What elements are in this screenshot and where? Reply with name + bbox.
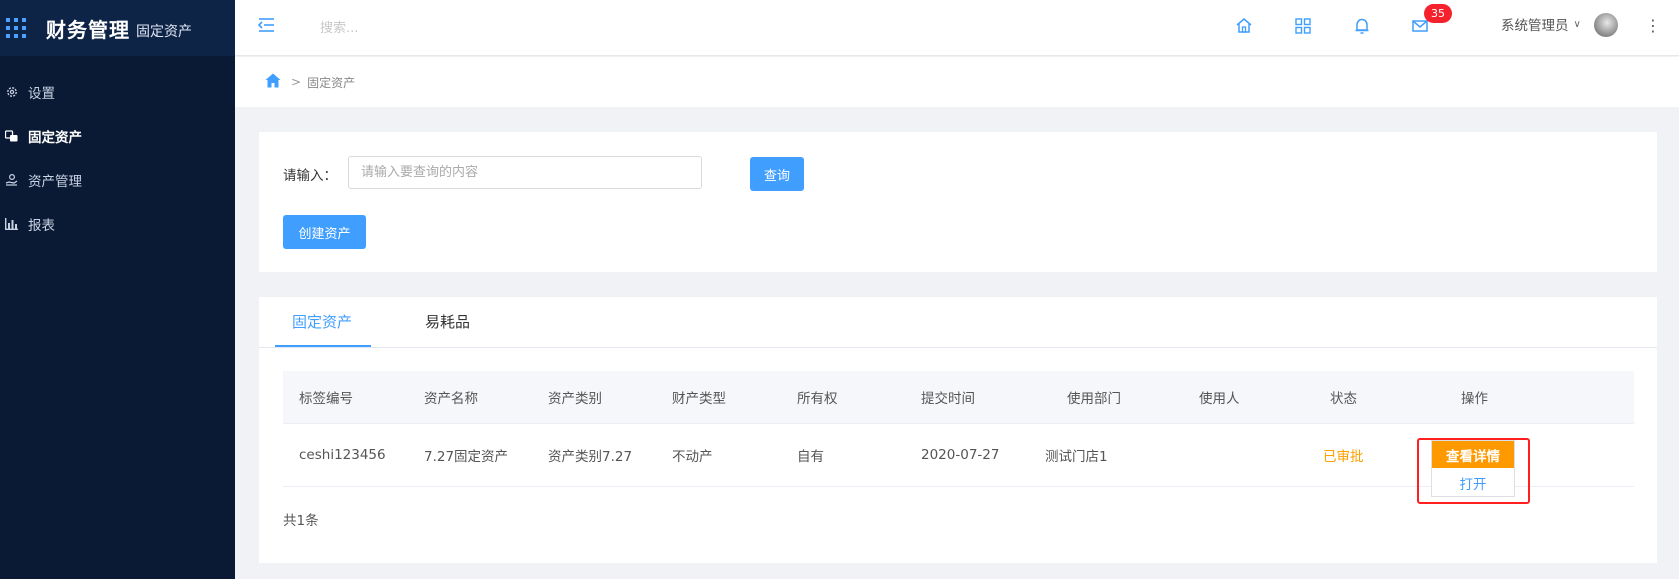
bell-icon[interactable] (1352, 16, 1372, 36)
table-header: 标签编号 资产名称 资产类别 财产类型 所有权 提交时间 使用部门 使用人 状态… (283, 371, 1634, 424)
cell-category: 资产类别7.27 (548, 449, 633, 465)
create-asset-button[interactable]: 创建资产 (283, 215, 366, 249)
apps-icon[interactable] (1293, 16, 1313, 36)
cell-submit-time: 2020-07-27 (921, 447, 1000, 463)
search-input[interactable] (320, 15, 520, 41)
column-header: 操作 (1461, 391, 1488, 407)
bar-chart-icon (5, 218, 18, 231)
app-subtitle: 固定资产 (136, 23, 192, 40)
cell-asset-name: 7.27固定资产 (424, 449, 509, 465)
breadcrumb-separator: > (291, 75, 302, 89)
search-panel: 请输入： 查询 创建资产 (259, 132, 1657, 272)
sidebar-item-label: 设置 (28, 86, 55, 102)
tab-fixed-assets[interactable]: 固定资产 (292, 311, 352, 332)
user-menu[interactable]: 系统管理员 ∨ (1501, 14, 1581, 34)
sidebar-item-label: 资产管理 (28, 174, 82, 190)
sidebar-item-label: 报表 (28, 218, 55, 234)
menu-collapse-icon[interactable] (256, 15, 276, 35)
tab-consumables[interactable]: 易耗品 (425, 311, 470, 332)
column-header: 使用部门 (1067, 391, 1121, 407)
home-icon[interactable] (1234, 16, 1254, 36)
sidebar-item-fixed-assets[interactable]: 固定资产 (0, 114, 235, 158)
sidebar-item-label: 固定资产 (28, 130, 82, 146)
gear-icon (5, 86, 18, 99)
sidebar-menu: 设置 固定资产 资产管理 报表 (0, 70, 235, 246)
column-header: 标签编号 (299, 391, 353, 407)
active-tab-indicator (275, 345, 371, 347)
mail-badge: 35 (1424, 4, 1452, 23)
cell-property-type: 不动产 (672, 449, 713, 465)
column-header: 所有权 (797, 391, 838, 407)
user-name: 系统管理员 (1501, 18, 1569, 34)
cell-tag-no: ceshi123456 (299, 447, 386, 463)
top-bar: 35 系统管理员 ∨ ⋮ (235, 0, 1679, 56)
column-header: 资产名称 (424, 391, 478, 407)
query-label: 请输入： (283, 168, 337, 184)
view-details-button[interactable]: 查看详情 (1432, 441, 1514, 468)
query-input[interactable] (348, 156, 702, 189)
hand-money-icon (5, 174, 18, 187)
sidebar-item-settings[interactable]: 设置 (0, 70, 235, 114)
sidebar-item-asset-management[interactable]: 资产管理 (0, 158, 235, 202)
tabs: 固定资产 易耗品 (259, 297, 1657, 348)
apps-grid-icon (6, 18, 26, 38)
asset-table: 标签编号 资产名称 资产类别 财产类型 所有权 提交时间 使用部门 使用人 状态… (283, 371, 1634, 504)
sidebar: 财务管理 固定资产 设置 固定资产 资产管理 报表 (0, 0, 235, 579)
cell-ownership: 自有 (797, 449, 824, 465)
total-count: 共1条 (283, 513, 319, 529)
column-header: 提交时间 (921, 391, 975, 407)
column-header: 状态 (1330, 391, 1357, 407)
more-vertical-icon[interactable]: ⋮ (1645, 14, 1661, 38)
assets-icon (5, 130, 18, 143)
home-breadcrumb-icon[interactable] (265, 73, 281, 91)
column-header: 使用人 (1199, 391, 1240, 407)
asset-table-panel: 固定资产 易耗品 标签编号 资产名称 资产类别 财产类型 所有权 提交时间 使用… (259, 297, 1657, 563)
status-badge: 已审批 (1323, 449, 1364, 465)
chevron-down-icon: ∨ (1573, 18, 1581, 30)
breadcrumb-current: 固定资产 (307, 75, 356, 90)
query-button[interactable]: 查询 (750, 157, 804, 191)
logo[interactable]: 财务管理 固定资产 (0, 0, 235, 56)
app-title: 财务管理 (46, 17, 130, 42)
column-header: 资产类别 (548, 391, 602, 407)
breadcrumb: > 固定资产 (235, 57, 1679, 107)
column-header: 财产类型 (672, 391, 726, 407)
row-action-menu: 查看详情 打开 (1431, 440, 1515, 497)
sidebar-item-reports[interactable]: 报表 (0, 202, 235, 246)
avatar[interactable] (1594, 13, 1618, 37)
cell-department: 测试门店1 (1045, 449, 1108, 465)
open-button[interactable]: 打开 (1432, 470, 1514, 496)
